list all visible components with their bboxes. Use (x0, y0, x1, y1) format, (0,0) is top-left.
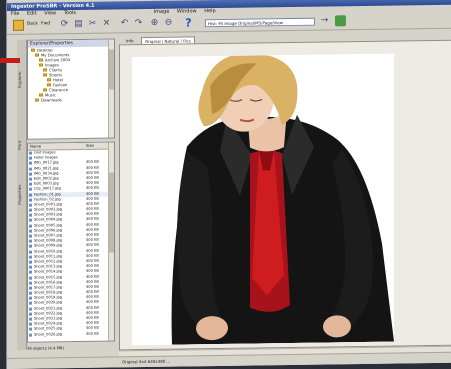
folder-icon (29, 156, 32, 160)
image-file-icon (29, 177, 32, 181)
app-window: Ingestor ProSBR - Version 4.1 File Edit … (6, 0, 451, 369)
folder-icon (39, 93, 43, 97)
column-name[interactable]: Name (28, 143, 84, 150)
menu-image[interactable]: Image (154, 9, 170, 15)
cut-icon[interactable]: ✂ (87, 19, 98, 30)
image-file-icon (29, 187, 32, 191)
image-file-icon (29, 182, 32, 186)
preview-photo (132, 53, 394, 346)
file-name: Shoot_0026.jpg (34, 331, 63, 337)
menu-file[interactable]: File (11, 11, 19, 17)
image-file-icon (29, 270, 32, 274)
help-icon[interactable]: ? (183, 16, 194, 29)
image-file-icon (29, 239, 32, 243)
image-file-icon (29, 198, 32, 202)
folder-icon (39, 58, 43, 62)
image-file-icon (29, 286, 32, 290)
image-file-icon (29, 291, 32, 295)
folder-icon (43, 68, 47, 72)
image-file-icon (29, 213, 32, 217)
image-file-icon (29, 229, 32, 233)
menu-window[interactable]: Window (177, 8, 197, 14)
woman-photo-image (132, 53, 394, 346)
zoom-in-icon[interactable]: ⊕ (149, 18, 160, 29)
file-row[interactable]: Shoot_0026.jpg 400 KB (28, 331, 114, 337)
image-file-icon (29, 265, 32, 269)
file-list-scrollbar[interactable] (108, 142, 114, 341)
tree-scrollbar[interactable] (108, 39, 114, 138)
tree-item[interactable]: Downloads (28, 96, 114, 103)
rotate-left-icon[interactable]: ↶ (119, 18, 130, 29)
image-file-icon (29, 333, 32, 337)
image-file-icon (29, 208, 32, 212)
image-file-icon (29, 281, 32, 285)
go-arrow-icon[interactable]: → (319, 15, 330, 26)
image-file-icon (29, 203, 32, 207)
folder-tree-panel: Explorer/Properties Desktop My Documents… (27, 38, 115, 140)
image-file-icon (29, 317, 32, 321)
image-file-icon (29, 302, 32, 306)
image-file-icon (29, 322, 32, 326)
image-file-icon (29, 276, 32, 280)
rotate-right-icon[interactable]: ↷ (133, 18, 144, 29)
tab-properties[interactable]: Properties (17, 170, 26, 220)
image-file-icon (29, 255, 32, 259)
back-button[interactable]: Back (27, 22, 38, 27)
image-file-icon (29, 296, 32, 300)
image-file-icon (29, 328, 32, 332)
folder-icon (39, 63, 43, 67)
image-file-icon (29, 167, 32, 171)
copy-icon[interactable]: ▤ (73, 19, 84, 30)
file-rows: Unit Images Hotel Images IMG_0017.jpg 400 K… (28, 149, 114, 337)
file-size: 400 KB (86, 331, 99, 336)
open-folder-icon[interactable] (13, 19, 24, 31)
tab-print[interactable]: Print (17, 130, 26, 160)
file-list-panel: Name Size Unit Images Hotel Images IMG_0017… (27, 141, 115, 343)
image-file-icon (29, 193, 32, 197)
folder-icon (31, 48, 35, 52)
image-file-icon (29, 250, 32, 254)
red-accent-mark (0, 58, 20, 63)
image-file-icon (29, 245, 32, 249)
go-button[interactable] (335, 15, 346, 27)
image-file-icon (29, 219, 32, 223)
image-file-icon (29, 224, 32, 228)
menu-edit[interactable]: Edit (27, 11, 37, 17)
file-count-status: 36 objects (4.4 MB) (27, 343, 115, 352)
image-file-icon (29, 312, 32, 316)
image-file-icon (29, 172, 32, 176)
image-file-icon (29, 162, 32, 166)
folder-icon (35, 98, 39, 102)
refresh-icon[interactable]: ⟳ (59, 19, 70, 30)
folder-icon (29, 151, 32, 155)
column-size[interactable]: Size (84, 143, 94, 149)
menu-tools[interactable]: Tools (64, 10, 76, 16)
image-file-icon (29, 260, 32, 264)
forward-button[interactable]: Fwd (41, 21, 50, 26)
folder-icon (43, 73, 47, 77)
folder-icon (43, 88, 47, 92)
image-file-icon (29, 234, 32, 238)
side-tab-strip: Explorer Print Properties (17, 39, 27, 350)
image-file-icon (29, 307, 32, 311)
menu-view[interactable]: View (44, 10, 56, 16)
folder-icon (35, 53, 39, 57)
menu-help[interactable]: Help (204, 8, 215, 14)
status-bar: Original 4x4 640x480 ... (7, 351, 451, 369)
delete-icon[interactable]: ✕ (101, 19, 112, 30)
folder-icon (47, 78, 51, 82)
zoom-select[interactable]: Hist: Fit Image Original/MS/Page/View (205, 17, 315, 28)
image-viewer[interactable] (119, 39, 451, 351)
zoom-out-icon[interactable]: ⊖ (163, 18, 174, 29)
folder-icon (47, 83, 51, 87)
